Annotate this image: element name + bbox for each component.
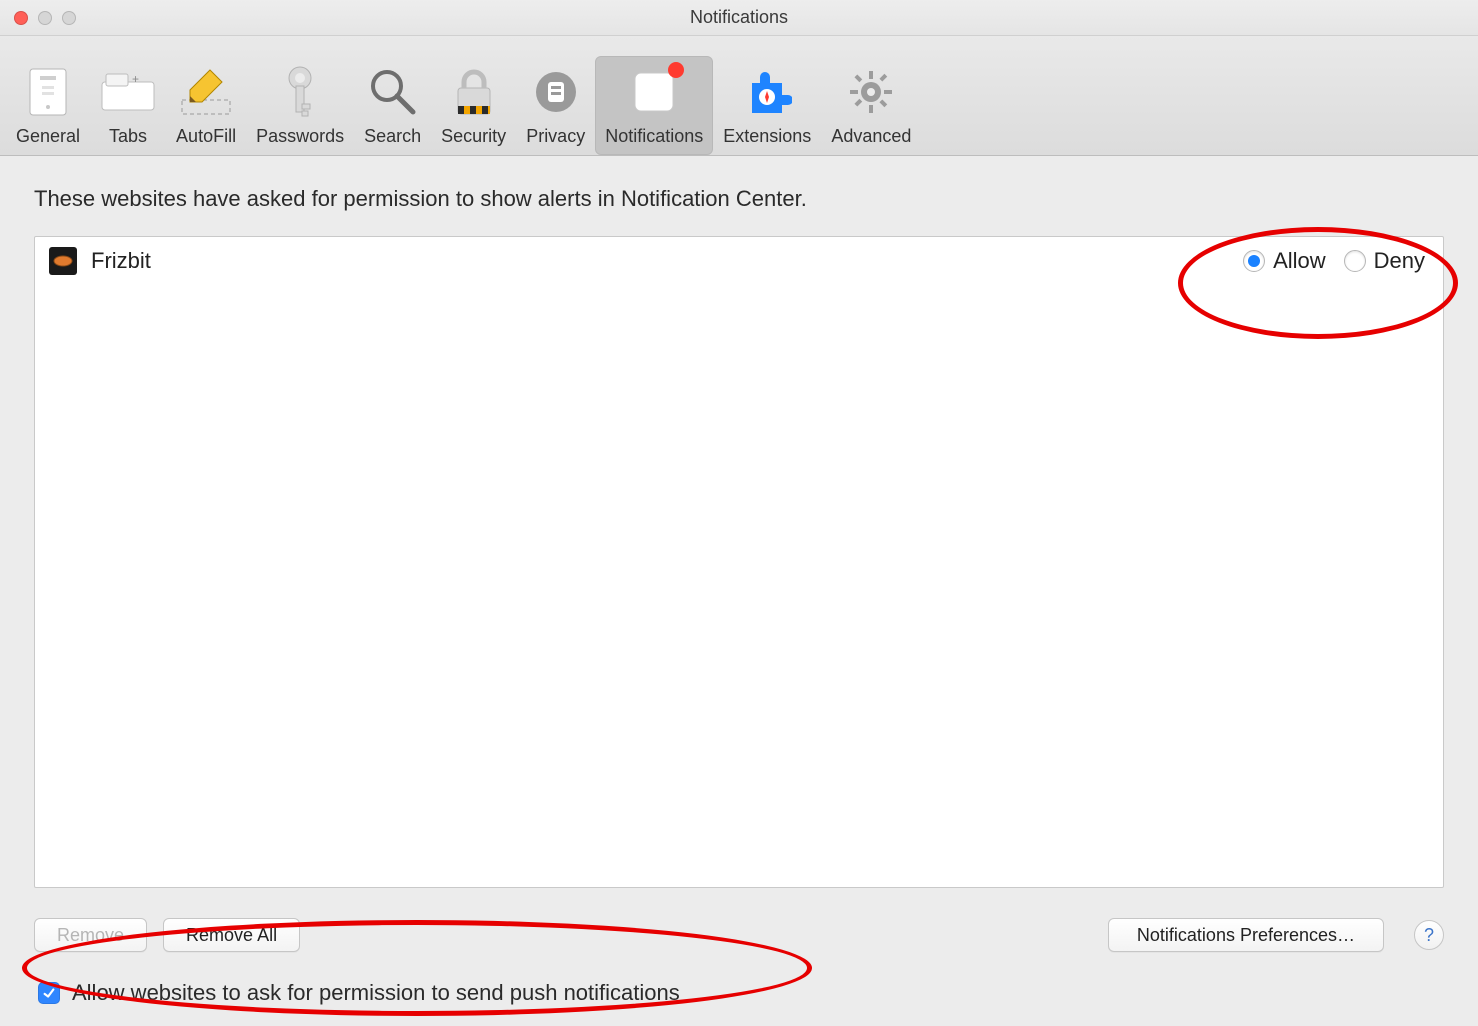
svg-text:+: + [132,72,139,86]
tab-label: Notifications [605,126,703,147]
tab-label: Tabs [109,126,147,147]
tab-general[interactable]: General [6,56,90,155]
zoom-window-button[interactable] [62,11,76,25]
action-buttons-row: Remove Remove All Notifications Preferen… [34,918,1444,952]
preferences-toolbar: General + Tabs AutoFill [0,36,1478,156]
tab-label: Extensions [723,126,811,147]
site-favicon [49,247,77,275]
privacy-icon [528,64,584,120]
allow-ask-permission-checkbox[interactable] [38,982,60,1004]
tab-notifications[interactable]: Notifications [595,56,713,155]
tab-label: Search [364,126,421,147]
tab-tabs[interactable]: + Tabs [90,56,166,155]
autofill-icon [178,64,234,120]
tab-label: Security [441,126,506,147]
panel-description: These websites have asked for permission… [34,186,1444,212]
security-icon [446,64,502,120]
notification-preferences-button[interactable]: Notifications Preferences… [1108,918,1384,952]
radio-deny[interactable]: Deny [1344,248,1425,274]
tab-label: AutoFill [176,126,236,147]
radio-allow[interactable]: Allow [1243,248,1326,274]
minimize-window-button[interactable] [38,11,52,25]
tabs-icon: + [100,64,156,120]
tab-label: Advanced [831,126,911,147]
extensions-icon [739,64,795,120]
tab-label: Passwords [256,126,344,147]
tab-label: Privacy [526,126,585,147]
radio-indicator [1243,250,1265,272]
footer-option: Allow websites to ask for permission to … [34,980,1444,1006]
radio-label: Deny [1374,248,1425,274]
tab-search[interactable]: Search [354,56,431,155]
help-icon: ? [1424,925,1434,946]
tab-advanced[interactable]: Advanced [821,56,921,155]
footer-label: Allow websites to ask for permission to … [72,980,680,1006]
permission-radio-group: Allow Deny [1243,248,1425,274]
window-titlebar: Notifications [0,0,1478,36]
tab-passwords[interactable]: Passwords [246,56,354,155]
tab-autofill[interactable]: AutoFill [166,56,246,155]
search-icon [365,64,421,120]
website-permissions-list[interactable]: Frizbit Allow Deny [34,236,1444,888]
advanced-icon [843,64,899,120]
radio-indicator [1344,250,1366,272]
remove-all-button[interactable]: Remove All [163,918,300,952]
tab-label: General [16,126,80,147]
help-button[interactable]: ? [1414,920,1444,950]
window-title: Notifications [0,7,1478,28]
tab-security[interactable]: Security [431,56,516,155]
tab-extensions[interactable]: Extensions [713,56,821,155]
site-name: Frizbit [91,248,151,274]
window-controls [0,11,76,25]
remove-button[interactable]: Remove [34,918,147,952]
general-icon [20,64,76,120]
list-item[interactable]: Frizbit Allow Deny [35,237,1443,285]
main-content: These websites have asked for permission… [0,156,1478,1026]
tab-privacy[interactable]: Privacy [516,56,595,155]
notifications-icon [626,64,682,120]
close-window-button[interactable] [14,11,28,25]
radio-label: Allow [1273,248,1326,274]
preferences-window: Notifications General [0,0,1478,1026]
passwords-icon [272,64,328,120]
